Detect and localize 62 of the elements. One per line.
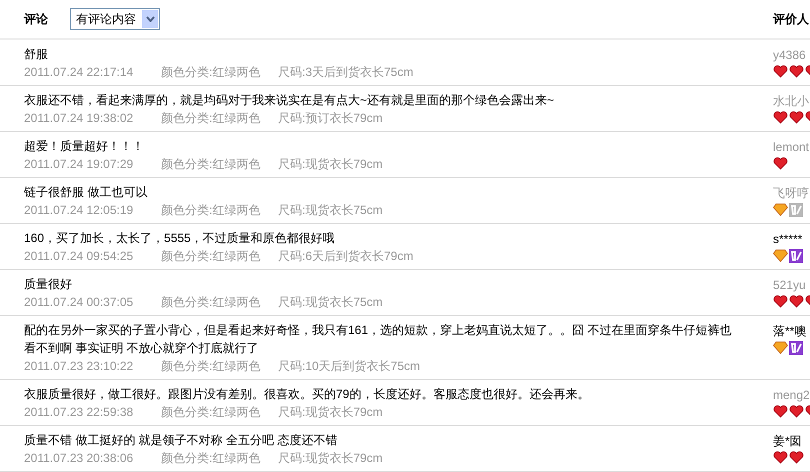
- review-text: 质量不错 做工挺好的 就是领子不对称 全五分吧 态度还不错: [24, 432, 338, 449]
- review-size: 尺码:现货衣长75cm: [278, 202, 383, 219]
- reviewer-name: meng2: [773, 387, 810, 404]
- vip-icon: [789, 341, 803, 355]
- review-date: 2011.07.24 12:05:19: [24, 202, 134, 219]
- review-text: 超爱！质量超好！！！: [24, 138, 145, 155]
- review-date: 2011.07.23 22:59:38: [24, 404, 134, 421]
- review-text: 链子很舒服 做工也可以: [24, 184, 148, 201]
- diamond-icon: [773, 341, 788, 354]
- review-text: 配的在另外一家买的子置小背心，但是看起来好奇怪，我只有161，选的短款，穿上老妈直说太短了。。囧 不过在里面穿条牛仔短裤也看不到啊 事实证明 不放心就穿个打底就行了: [24, 322, 732, 357]
- review-size: 尺码:10天后到货衣长75cm: [278, 358, 420, 375]
- review-text: 衣服还不错，看起来满厚的，就是均码对于我来说实在是有点大~还有就是里面的那个绿色会露出来~: [24, 92, 556, 109]
- reviewer-heading: 评价人: [773, 11, 810, 28]
- heart-icon: [773, 157, 788, 170]
- review-color: 颜色分类:红绿两色: [161, 404, 262, 421]
- review-date: 2011.07.24 22:17:14: [24, 64, 134, 81]
- review-color: 颜色分类:红绿两色: [161, 450, 262, 467]
- heart-icon: [789, 451, 804, 464]
- heart-icon: [773, 65, 788, 78]
- review-text: 舒服: [24, 46, 49, 63]
- review-size: 尺码:现货衣长79cm: [278, 404, 383, 421]
- review-text: 160，买了加长，太长了，5555，不过质量和原色都很好哦: [24, 230, 336, 247]
- review-date: 2011.07.24 19:07:29: [24, 156, 134, 173]
- review-date: 2011.07.24 00:37:05: [24, 294, 134, 311]
- review-color: 颜色分类:红绿两色: [161, 248, 262, 265]
- review-size: 尺码:现货衣长79cm: [278, 156, 383, 173]
- dropdown-caret-icon: [142, 10, 158, 28]
- review-size: 尺码:预订衣长79cm: [278, 110, 383, 127]
- comment-heading: 评论: [24, 11, 49, 28]
- review-size: 尺码:现货衣长75cm: [278, 294, 383, 311]
- review-color: 颜色分类:红绿两色: [161, 110, 262, 127]
- review-size: 尺码:3天后到货衣长75cm: [278, 64, 414, 81]
- vip-icon: [789, 249, 803, 263]
- review-color: 颜色分类:红绿两色: [161, 156, 262, 173]
- reviewer-name: 521yu: [773, 277, 807, 294]
- review-date: 2011.07.24 09:54:25: [24, 248, 134, 265]
- review-text: 质量很好: [24, 276, 73, 293]
- reviewer-name: y4386: [773, 47, 807, 64]
- review-date: 2011.07.23 23:10:22: [24, 358, 134, 375]
- review-color: 颜色分类:红绿两色: [161, 294, 262, 311]
- filter-select[interactable]: 有评论内容: [70, 8, 160, 30]
- review-color: 颜色分类:红绿两色: [161, 202, 262, 219]
- review-date: 2011.07.23 20:38:06: [24, 450, 134, 467]
- diamond-icon: [773, 203, 788, 216]
- reviewer-name: 水北小: [773, 93, 810, 110]
- review-size: 尺码:现货衣长79cm: [278, 450, 383, 467]
- reviewer-name: 姜*囡: [773, 433, 803, 450]
- review-color: 颜色分类:红绿两色: [161, 64, 262, 81]
- heart-icon: [773, 405, 788, 418]
- vip-icon: [789, 203, 803, 217]
- review-text: 衣服质量很好，做工很好。跟图片没有差别。很喜欢。买的79的，长度还好。客服态度也很好。还会再来。: [24, 386, 590, 403]
- reviewer-name: 飞呀哼: [773, 185, 810, 202]
- reviewer-name: s*****: [773, 231, 804, 248]
- heart-icon: [773, 111, 788, 124]
- review-color: 颜色分类:红绿两色: [161, 358, 262, 375]
- diamond-icon: [773, 249, 788, 262]
- review-size: 尺码:6天后到货衣长79cm: [278, 248, 414, 265]
- heart-icon: [773, 451, 788, 464]
- heart-icon: [773, 295, 788, 308]
- reviewer-name: lemont: [773, 139, 810, 156]
- reviewer-name: 落**噢: [773, 323, 808, 340]
- review-date: 2011.07.24 19:38:02: [24, 110, 134, 127]
